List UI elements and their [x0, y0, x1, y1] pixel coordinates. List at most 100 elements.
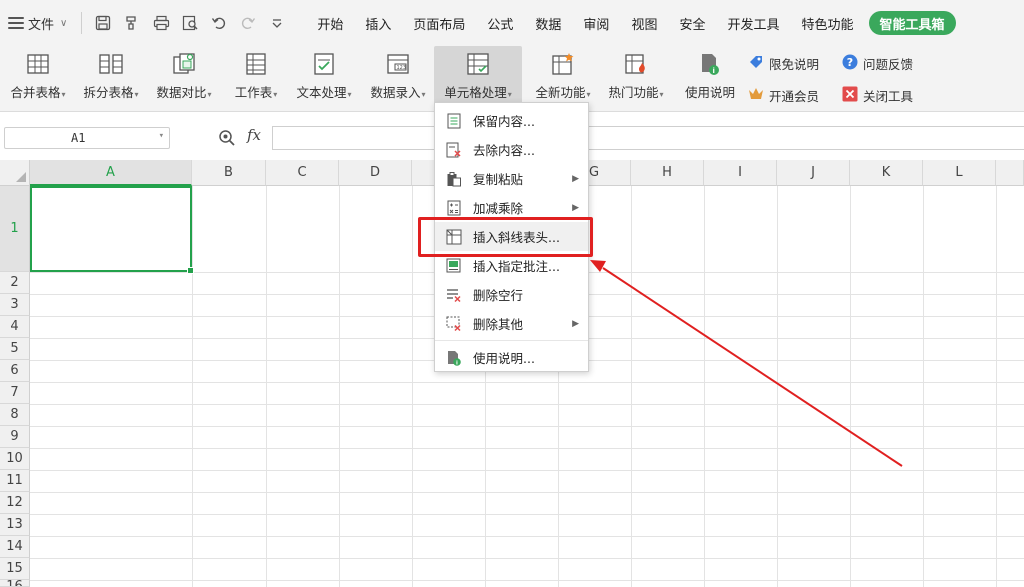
data-compare-button[interactable]: 数据对比▾	[151, 46, 217, 106]
gridline	[30, 558, 1024, 559]
save-icon[interactable]	[94, 14, 112, 32]
print-preview-icon[interactable]	[181, 14, 199, 32]
hot-features-button[interactable]: 热门功能▾	[603, 46, 669, 106]
cell-processing-button[interactable]: 单元格处理▾	[434, 46, 522, 106]
diagonal-header-icon	[446, 229, 462, 245]
column-header-l[interactable]: L	[923, 160, 996, 186]
print-icon[interactable]	[152, 14, 170, 32]
tab-review[interactable]: 审阅	[572, 0, 620, 46]
tab-insert[interactable]: 插入	[354, 0, 402, 46]
column-header-d[interactable]: D	[339, 160, 412, 186]
undo-icon[interactable]	[210, 14, 228, 32]
merge-tables-label: 合并表格	[10, 85, 61, 100]
chevron-right-icon: ▶	[572, 202, 579, 213]
cell-processing-icon	[466, 46, 490, 82]
row-header-14[interactable]: 14	[0, 536, 30, 558]
row-header-12[interactable]: 12	[0, 492, 30, 514]
row-header-16[interactable]: 16	[0, 580, 30, 587]
row-header-9[interactable]: 9	[0, 426, 30, 448]
gridline	[704, 186, 705, 587]
column-header-i[interactable]: I	[704, 160, 777, 186]
menu-item-label: 加减乘除	[473, 201, 524, 216]
menu-item-delete-empty-rows[interactable]: 删除空行	[435, 280, 588, 309]
row-header-4[interactable]: 4	[0, 316, 30, 338]
paste-icon	[446, 171, 462, 187]
row-header-3[interactable]: 3	[0, 294, 30, 316]
tab-view[interactable]: 视图	[620, 0, 668, 46]
tab-smart-toolbox[interactable]: 智能工具箱	[868, 11, 956, 35]
disclaimer-button[interactable]: 限免说明	[748, 54, 819, 73]
column-header-h[interactable]: H	[631, 160, 704, 186]
menu-item-arithmetic[interactable]: 加减乘除 ▶	[435, 193, 588, 222]
data-compare-label: 数据对比	[156, 85, 207, 100]
menu-item-instructions[interactable]: i 使用说明...	[435, 343, 588, 372]
gridline	[30, 580, 1024, 581]
zoom-search-icon[interactable]	[218, 129, 236, 151]
menu-item-copy-paste[interactable]: 复制粘贴 ▶	[435, 164, 588, 193]
tab-developer[interactable]: 开发工具	[716, 0, 790, 46]
close-tools-button[interactable]: 关闭工具	[842, 86, 913, 105]
gridline	[631, 186, 632, 587]
menu-item-label: 保留内容...	[473, 114, 535, 129]
row-header-1[interactable]: 1	[0, 186, 30, 272]
svg-text:i: i	[456, 360, 458, 366]
row-header-7[interactable]: 7	[0, 382, 30, 404]
chevron-right-icon: ▶	[572, 173, 579, 184]
row-header-8[interactable]: 8	[0, 404, 30, 426]
active-cell-a1[interactable]	[30, 186, 194, 274]
column-header-a[interactable]: A	[30, 160, 192, 186]
menu-item-keep-content[interactable]: 保留内容...	[435, 106, 588, 135]
instructions-button[interactable]: i 使用说明	[680, 46, 740, 106]
instructions-doc-icon: i	[699, 46, 721, 82]
function-icon[interactable]: fx	[247, 126, 261, 144]
select-all-corner[interactable]	[0, 160, 30, 186]
tab-page-layout[interactable]: 页面布局	[402, 0, 476, 46]
menu-item-remove-content[interactable]: 去除内容...	[435, 135, 588, 164]
row-header-11[interactable]: 11	[0, 470, 30, 492]
row-header-10[interactable]: 10	[0, 448, 30, 470]
feedback-button[interactable]: ? 问题反馈	[842, 54, 913, 73]
hot-features-icon	[624, 46, 648, 82]
column-header-b[interactable]: B	[192, 160, 266, 186]
format-painter-icon[interactable]	[123, 14, 141, 32]
file-menu[interactable]: 文件 ∨	[0, 0, 75, 46]
become-vip-label: 开通会员	[769, 89, 820, 104]
row-header-6[interactable]: 6	[0, 360, 30, 382]
menu-item-label: 插入指定批注...	[473, 259, 560, 274]
become-vip-button[interactable]: 开通会员	[748, 86, 819, 105]
menu-item-insert-comment[interactable]: 插入指定批注...	[435, 251, 588, 280]
column-header-c[interactable]: C	[266, 160, 339, 186]
tab-special-features[interactable]: 特色功能	[790, 0, 864, 46]
tab-formulas[interactable]: 公式	[476, 0, 524, 46]
column-header-j[interactable]: J	[777, 160, 850, 186]
worksheet-button[interactable]: 工作表▾	[229, 46, 283, 106]
calculator-icon	[446, 200, 462, 216]
hot-features-label: 热门功能	[608, 85, 659, 100]
tab-data[interactable]: 数据	[524, 0, 572, 46]
tag-icon	[748, 54, 764, 73]
row-header-2[interactable]: 2	[0, 272, 30, 294]
row-header-13[interactable]: 13	[0, 514, 30, 536]
customize-toolbar-icon[interactable]	[268, 14, 286, 32]
text-processing-button[interactable]: 文本处理▾	[290, 46, 358, 106]
instructions-label: 使用说明	[684, 85, 735, 100]
formula-input[interactable]	[272, 126, 1024, 150]
redo-icon[interactable]	[239, 14, 257, 32]
menu-item-delete-other[interactable]: 删除其他 ▶	[435, 309, 588, 338]
data-entry-button[interactable]: 123 数据录入▾	[364, 46, 432, 106]
row-header-5[interactable]: 5	[0, 338, 30, 360]
tab-home[interactable]: 开始	[306, 0, 354, 46]
divider	[81, 12, 83, 34]
name-box[interactable]: A1 ▾	[4, 127, 170, 149]
split-tables-button[interactable]: 拆分表格▾	[78, 46, 144, 106]
gridline	[777, 186, 778, 587]
merge-tables-button[interactable]: 合并表格▾	[3, 46, 73, 106]
svg-text:?: ?	[847, 56, 853, 69]
column-header-overflow[interactable]	[996, 160, 1024, 186]
gridline	[339, 186, 340, 587]
column-header-k[interactable]: K	[850, 160, 923, 186]
new-features-button[interactable]: 全新功能▾	[530, 46, 596, 106]
menu-item-insert-diagonal-header[interactable]: 插入斜线表头...	[435, 222, 588, 251]
row-header-15[interactable]: 15	[0, 558, 30, 580]
tab-security[interactable]: 安全	[668, 0, 716, 46]
